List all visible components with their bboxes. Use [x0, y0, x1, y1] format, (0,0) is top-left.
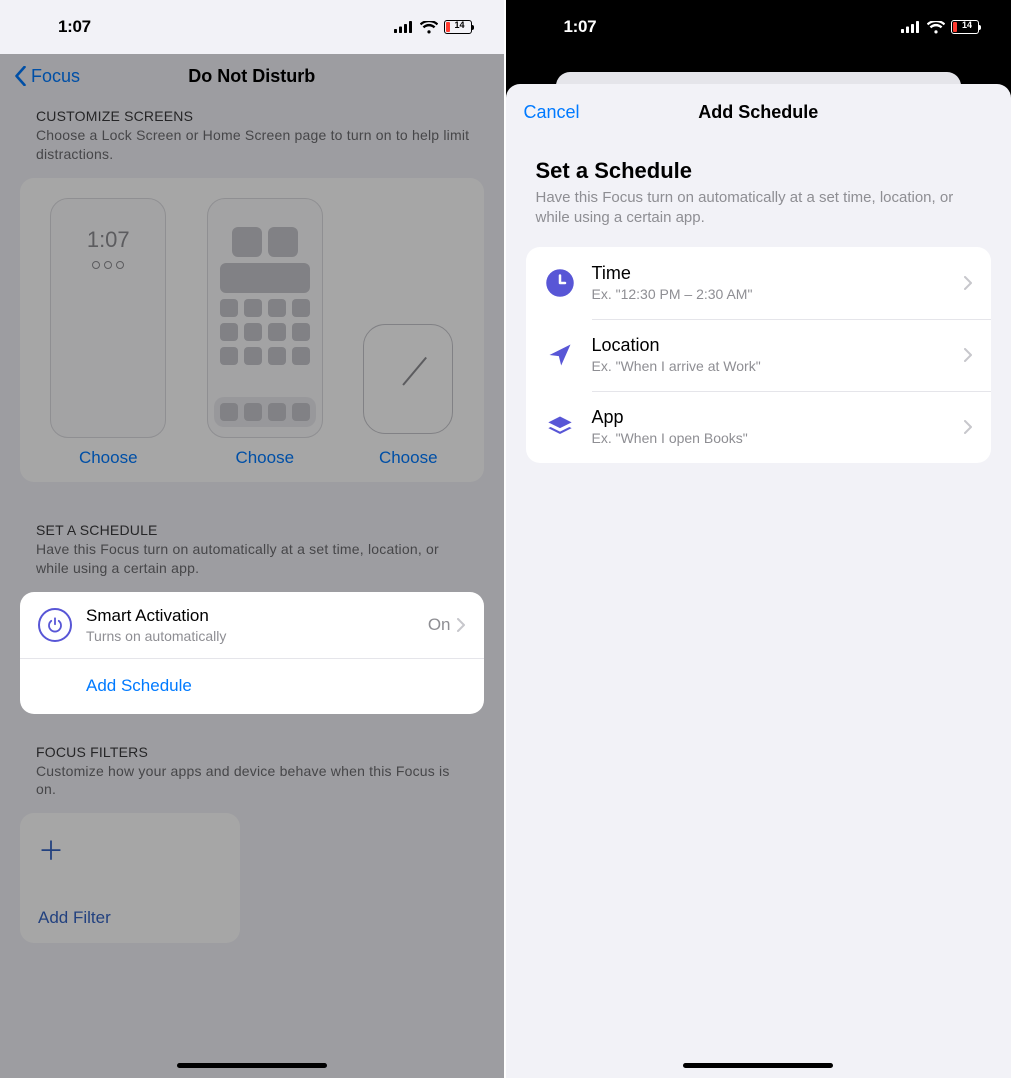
sheet-nav: Cancel Add Schedule [506, 84, 1011, 140]
customize-heading: CUSTOMIZE SCREENS [36, 108, 474, 124]
sheet-header: Set a Schedule Have this Focus turn on a… [506, 140, 1011, 237]
cellular-icon [901, 21, 921, 33]
schedule-card: Smart Activation Turns on automatically … [20, 592, 484, 714]
schedule-option-app[interactable]: App Ex. "When I open Books" [526, 391, 992, 463]
back-button[interactable]: Focus [14, 66, 80, 87]
status-icons: 14 [394, 20, 472, 34]
app-stack-icon [544, 411, 576, 443]
option-sub: Ex. "When I arrive at Work" [592, 358, 949, 374]
battery-icon: 14 [444, 20, 472, 34]
sheet-title: Add Schedule [506, 102, 1011, 123]
battery-value: 14 [454, 20, 464, 30]
schedule-options-card: Time Ex. "12:30 PM – 2:30 AM" Location E… [526, 247, 992, 463]
cellular-icon [394, 21, 414, 33]
home-screen-preview: Choose [207, 198, 323, 468]
lock-screen-preview: 1:07 Choose [50, 198, 166, 468]
smart-activation-value-group: On [428, 615, 466, 635]
smart-activation-title: Smart Activation [86, 606, 414, 626]
option-title: Location [592, 335, 949, 356]
choose-lock-screen[interactable]: Choose [79, 448, 138, 468]
clock-icon [544, 267, 576, 299]
filters-desc: Customize how your apps and device behav… [36, 762, 474, 800]
home-indicator [683, 1063, 833, 1068]
option-sub: Ex. "When I open Books" [592, 430, 949, 446]
wifi-icon [927, 21, 945, 34]
status-icons: 14 [901, 20, 979, 34]
status-bar-right: 1:07 14 [506, 0, 1011, 54]
home-indicator [177, 1063, 327, 1068]
add-schedule-row[interactable]: Add Schedule [20, 658, 484, 714]
customize-section-header: CUSTOMIZE SCREENS Choose a Lock Screen o… [0, 98, 504, 168]
filters-heading: FOCUS FILTERS [36, 744, 474, 760]
nav-bar: Focus Do Not Disturb [0, 54, 504, 98]
battery-value: 14 [962, 20, 972, 30]
home-screen-frame [207, 198, 323, 438]
customize-desc: Choose a Lock Screen or Home Screen page… [36, 126, 474, 164]
watch-frame [363, 324, 453, 434]
wifi-icon [420, 21, 438, 34]
option-title: App [592, 407, 949, 428]
option-title: Time [592, 263, 949, 284]
smart-activation-value: On [428, 615, 451, 635]
choose-watch-face[interactable]: Choose [379, 448, 438, 468]
chevron-left-icon [14, 66, 27, 86]
schedule-option-location[interactable]: Location Ex. "When I arrive at Work" [526, 319, 992, 391]
chevron-right-icon [964, 420, 973, 434]
power-icon [38, 608, 72, 642]
filters-section-header: FOCUS FILTERS Customize how your apps an… [0, 734, 504, 804]
battery-icon: 14 [951, 20, 979, 34]
watch-preview: Choose [363, 324, 453, 468]
status-time: 1:07 [564, 17, 597, 37]
schedule-heading: SET A SCHEDULE [36, 522, 474, 538]
smart-activation-sub: Turns on automatically [86, 628, 414, 644]
add-filter-label: Add Filter [38, 908, 111, 928]
screenshot-left: 1:07 14 Focus Do Not Disturb CUSTOMIZE S… [0, 0, 506, 1078]
sheet-header-title: Set a Schedule [536, 158, 982, 184]
watch-hand-icon [403, 357, 427, 386]
schedule-section-header: SET A SCHEDULE Have this Focus turn on a… [0, 512, 504, 582]
choose-home-screen[interactable]: Choose [235, 448, 294, 468]
screenshot-right: 1:07 14 Cancel Add Schedule Set a Schedu… [506, 0, 1011, 1078]
status-time: 1:07 [58, 17, 91, 37]
add-filter-card[interactable]: ＋ Add Filter [20, 813, 240, 943]
add-schedule-label: Add Schedule [38, 676, 192, 696]
chevron-right-icon [964, 276, 973, 290]
option-sub: Ex. "12:30 PM – 2:30 AM" [592, 286, 949, 302]
chevron-right-icon [457, 618, 466, 632]
chevron-right-icon [964, 348, 973, 362]
smart-activation-row[interactable]: Smart Activation Turns on automatically … [20, 592, 484, 658]
status-bar-left: 1:07 14 [0, 0, 504, 54]
lock-screen-time: 1:07 [87, 227, 130, 253]
cancel-button[interactable]: Cancel [524, 102, 580, 123]
back-label: Focus [31, 66, 80, 87]
screens-card: 1:07 Choose Choose Choose [20, 178, 484, 482]
lock-screen-widgets-icon [92, 261, 124, 269]
plus-icon: ＋ [38, 831, 64, 868]
schedule-option-time[interactable]: Time Ex. "12:30 PM – 2:30 AM" [526, 247, 992, 319]
sheet-header-desc: Have this Focus turn on automatically at… [536, 188, 982, 229]
battery-fill [953, 22, 957, 32]
battery-fill [446, 22, 450, 32]
lock-screen-frame: 1:07 [50, 198, 166, 438]
location-arrow-icon [544, 339, 576, 371]
add-schedule-sheet: Cancel Add Schedule Set a Schedule Have … [506, 84, 1011, 1078]
schedule-desc: Have this Focus turn on automatically at… [36, 540, 474, 578]
